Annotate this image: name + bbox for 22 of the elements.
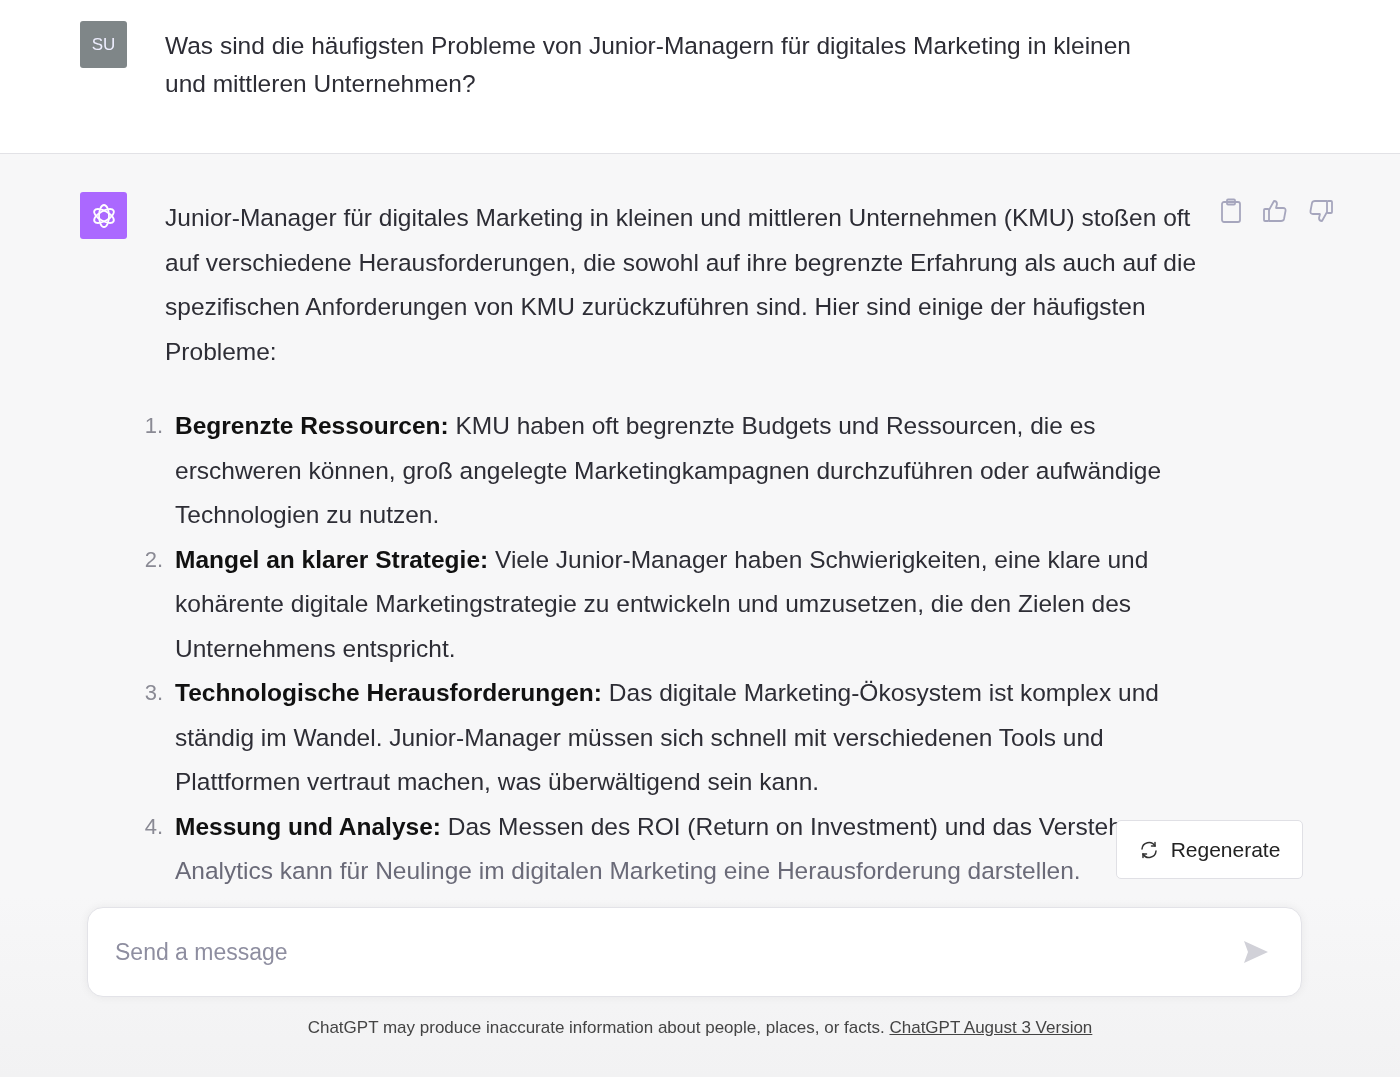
- send-icon[interactable]: [1243, 940, 1269, 964]
- clipboard-icon[interactable]: [1220, 198, 1242, 224]
- user-message: Was sind die häufigsten Probleme von Junior-Managern für digitales Marketing in kleinen und mittleren Unternehmen?: [165, 31, 1132, 99]
- list-item-text: Mangel an klarer Strategie: Viele Junior-Manager haben Schwierigkeiten, eine klare und kohärente digitale Marketingstrategie zu entwickeln und umzusetzen, die den Zielen des Unternehmens entspricht.: [175, 544, 1150, 664]
- message-composer[interactable]: Send a message: [87, 907, 1302, 997]
- user-avatar: SU: [80, 21, 127, 68]
- refresh-icon: [1138, 840, 1159, 859]
- list-number: 3.: [143, 679, 163, 707]
- list-item-text: Begrenzte Ressourcen: KMU haben oft begrenzte Budgets und Ressourcen, die es erschweren können, groß angelegte Marketingkampagnen durchzuführen oder aufwändige Technologien zu nutzen.: [175, 411, 1163, 530]
- version-link[interactable]: ChatGPT August 3 Version: [889, 1018, 1093, 1037]
- regenerate-button[interactable]: Regenerate: [1116, 820, 1303, 879]
- assistant-paragraph: Junior-Manager für digitales Marketing in kleinen und mittleren Unternehmen (KMU) stoßen oft auf verschiedene Herausforderungen, die sowohl auf ihre begrenzte Erfahrung als auch auf die spezifischen Anforderungen von KMU zurückzuführen sind. Hier sind einige der häufigsten Probleme:: [165, 203, 1198, 367]
- list-item-text: Technologische Herausforderungen: Das digitale Marketing-Ökosystem ist komplex und ständig im Wandel. Junior-Manager müssen sich schnell mit verschiedenen Tools und Plattformen vertraut machen, was überwältigend sein kann.: [175, 678, 1160, 797]
- list-number: 1.: [143, 412, 163, 440]
- footer-disclaimer: ChatGPT may produce inaccurate information about people, places, or facts. ChatGPT August 3 Version: [306, 1018, 1094, 1038]
- assistant-avatar: [80, 192, 127, 239]
- list-number: 2.: [143, 545, 163, 574]
- list-number: 4.: [143, 812, 163, 841]
- thumbs-down-icon[interactable]: [1308, 198, 1334, 224]
- list-item-text: Analytics kann für Neulinge im digitalen Marketing eine Herausforderung darstellen.: [175, 856, 1081, 886]
- message-input[interactable]: Send a message: [113, 937, 1243, 967]
- thumbs-up-icon[interactable]: [1262, 198, 1288, 224]
